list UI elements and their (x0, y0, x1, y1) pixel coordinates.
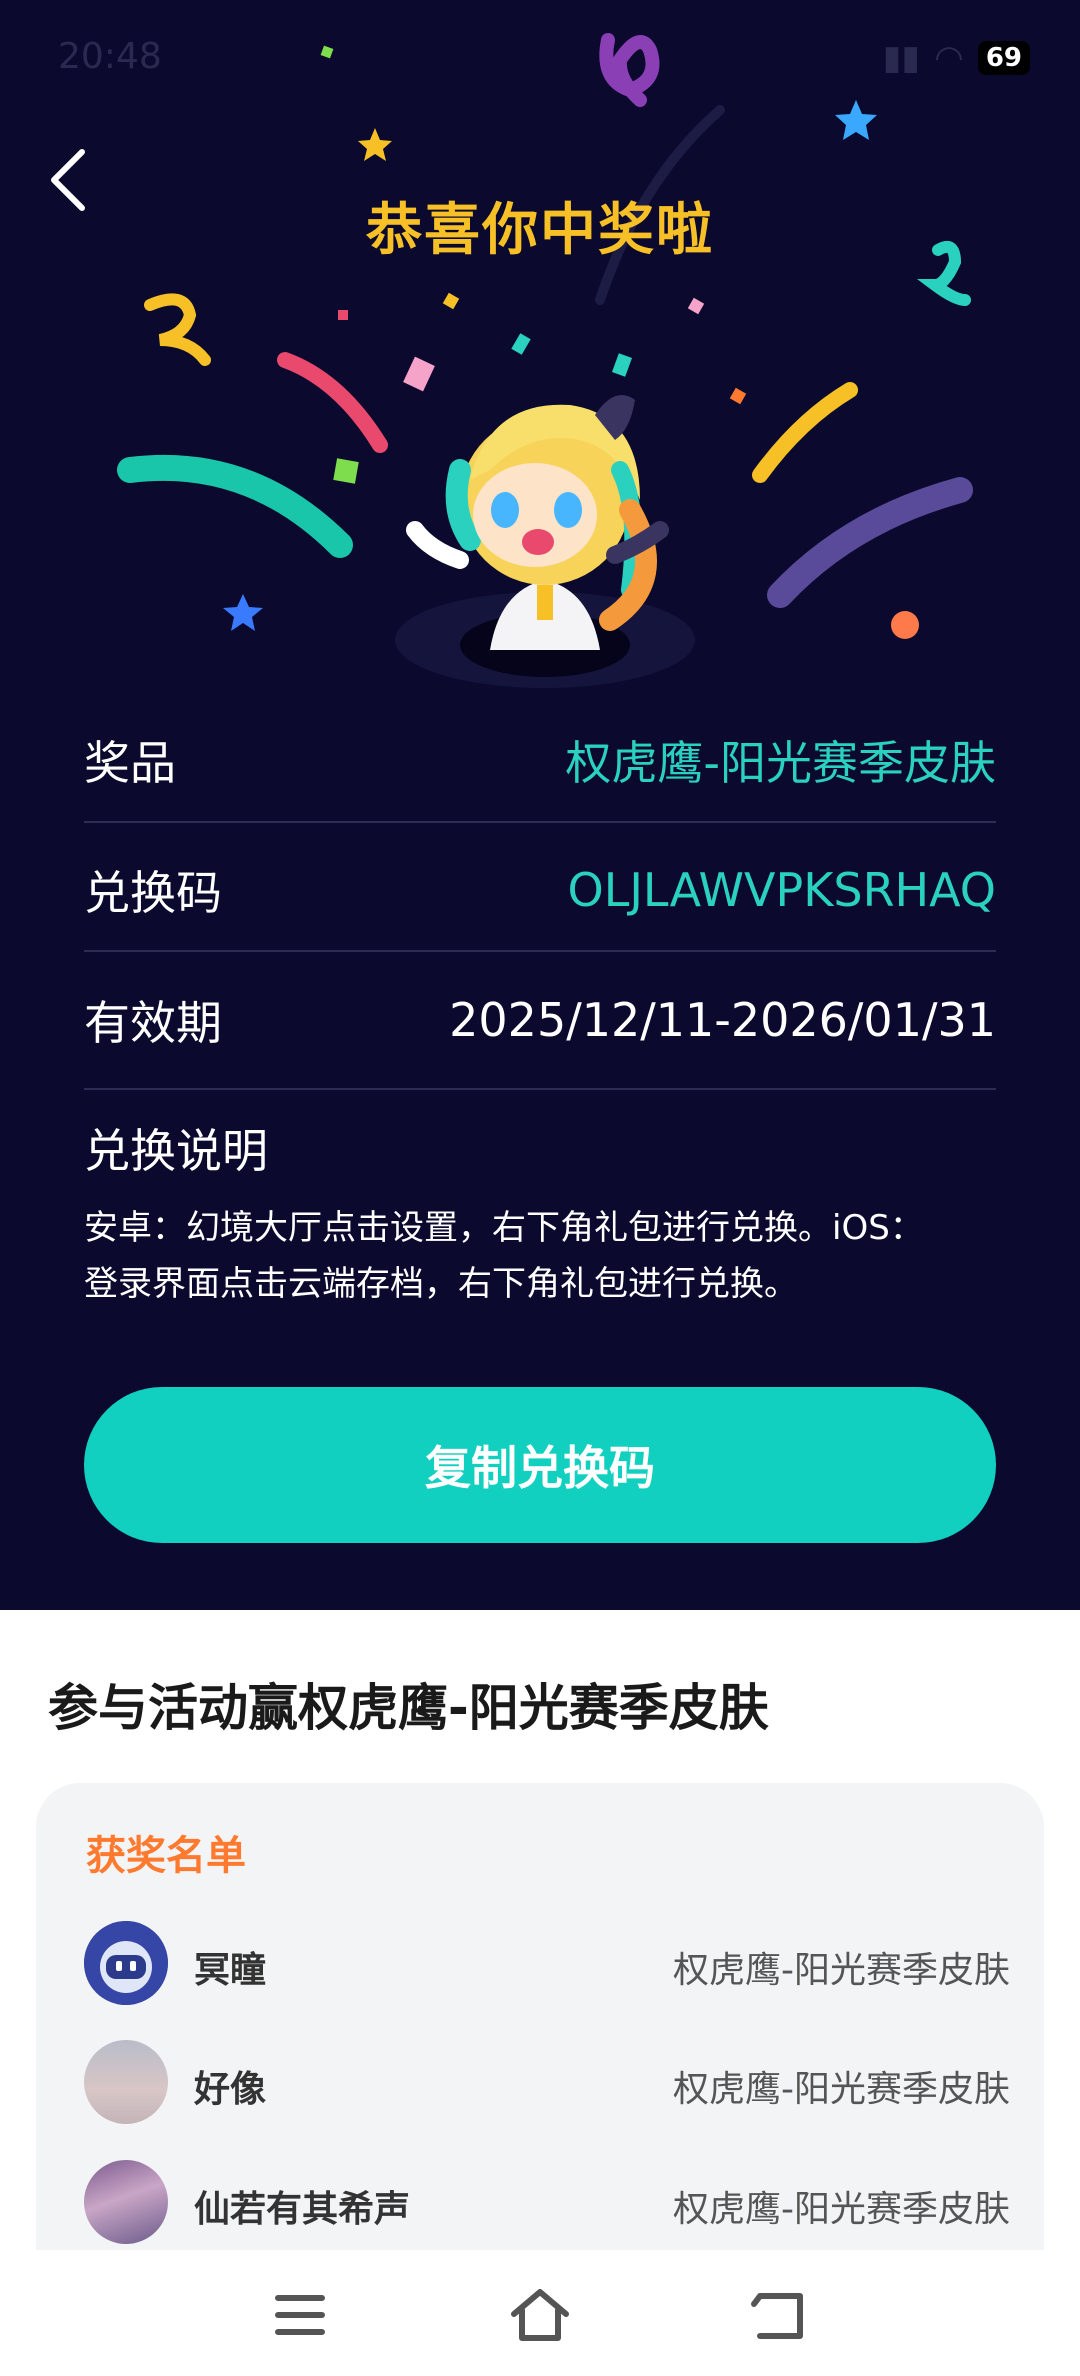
instructions-text: 安卓：幻境大厅点击设置，右下角礼包进行兑换。iOS： 登录界面点击云端存档，右下… (84, 1200, 996, 1312)
prize-info: 奖品 权虎鹰-阳光赛季皮肤 兑换码 OLJLAWVPKSRHAQ 有效期 202… (84, 720, 996, 1320)
validity-value: 2025/12/11-2026/01/31 (449, 993, 996, 1047)
validity-label: 有效期 (84, 996, 222, 1050)
mascot-illustration (395, 395, 695, 688)
menu-button[interactable] (260, 2280, 340, 2350)
instructions-title: 兑换说明 (84, 1124, 268, 1178)
system-nav-bar (0, 2250, 1080, 2376)
prize-value: 权虎鹰-阳光赛季皮肤 (565, 736, 996, 790)
copy-code-button[interactable]: 复制兑换码 (84, 1387, 996, 1543)
winner-prize: 权虎鹰-阳光赛季皮肤 (673, 2069, 1010, 2110)
activity-title: 参与活动赢权虎鹰-阳光赛季皮肤 (48, 1679, 769, 1737)
instructions-line: 登录界面点击云端存档，右下角礼包进行兑换。 (84, 1264, 798, 1304)
prize-hero: 20:48 ▮▮ ◠ 69 恭喜你中奖啦 奖品 权虎鹰-阳光赛季皮肤 兑换码 O… (0, 0, 1080, 1610)
code-value: OLJLAWVPKSRHAQ (567, 863, 996, 917)
winner-name: 好像 (194, 2069, 267, 2110)
home-button[interactable] (500, 2280, 580, 2350)
winner-name: 冥瞳 (194, 1950, 267, 1991)
winner-prize: 权虎鹰-阳光赛季皮肤 (673, 2189, 1010, 2230)
instructions-line: 安卓：幻境大厅点击设置，右下角礼包进行兑换。iOS： (84, 1208, 924, 1248)
validity-row: 有效期 2025/12/11-2026/01/31 (84, 980, 996, 1060)
winners-title: 获奖名单 (86, 1833, 246, 1879)
code-row: 兑换码 OLJLAWVPKSRHAQ (84, 850, 996, 930)
home-icon (511, 2289, 569, 2341)
avatar (84, 2040, 168, 2124)
avatar (84, 2160, 168, 2244)
prize-label: 奖品 (84, 736, 176, 790)
divider (84, 950, 996, 952)
winner-item: 冥瞳 权虎鹰-阳光赛季皮肤 (84, 1921, 1044, 2011)
winner-item: 好像 权虎鹰-阳光赛季皮肤 (84, 2040, 1044, 2130)
robot-avatar-icon (84, 1921, 168, 2005)
prize-row: 奖品 权虎鹰-阳光赛季皮肤 (84, 720, 996, 800)
winners-card: 获奖名单 冥瞳 权虎鹰-阳光赛季皮肤 好像 权虎鹰-阳光赛季皮肤 仙若有其希声 … (36, 1783, 1044, 2283)
page-title: 恭喜你中奖啦 (366, 198, 714, 263)
return-icon (751, 2293, 803, 2339)
code-label: 兑换码 (84, 866, 222, 920)
winner-name: 仙若有其希声 (194, 2189, 411, 2230)
menu-icon (275, 2295, 325, 2335)
winner-item: 仙若有其希声 权虎鹰-阳光赛季皮肤 (84, 2160, 1044, 2250)
return-button[interactable] (740, 2280, 820, 2350)
winner-prize: 权虎鹰-阳光赛季皮肤 (673, 1950, 1010, 1991)
avatar (84, 1921, 168, 2005)
divider (84, 821, 996, 823)
divider (84, 1088, 996, 1090)
